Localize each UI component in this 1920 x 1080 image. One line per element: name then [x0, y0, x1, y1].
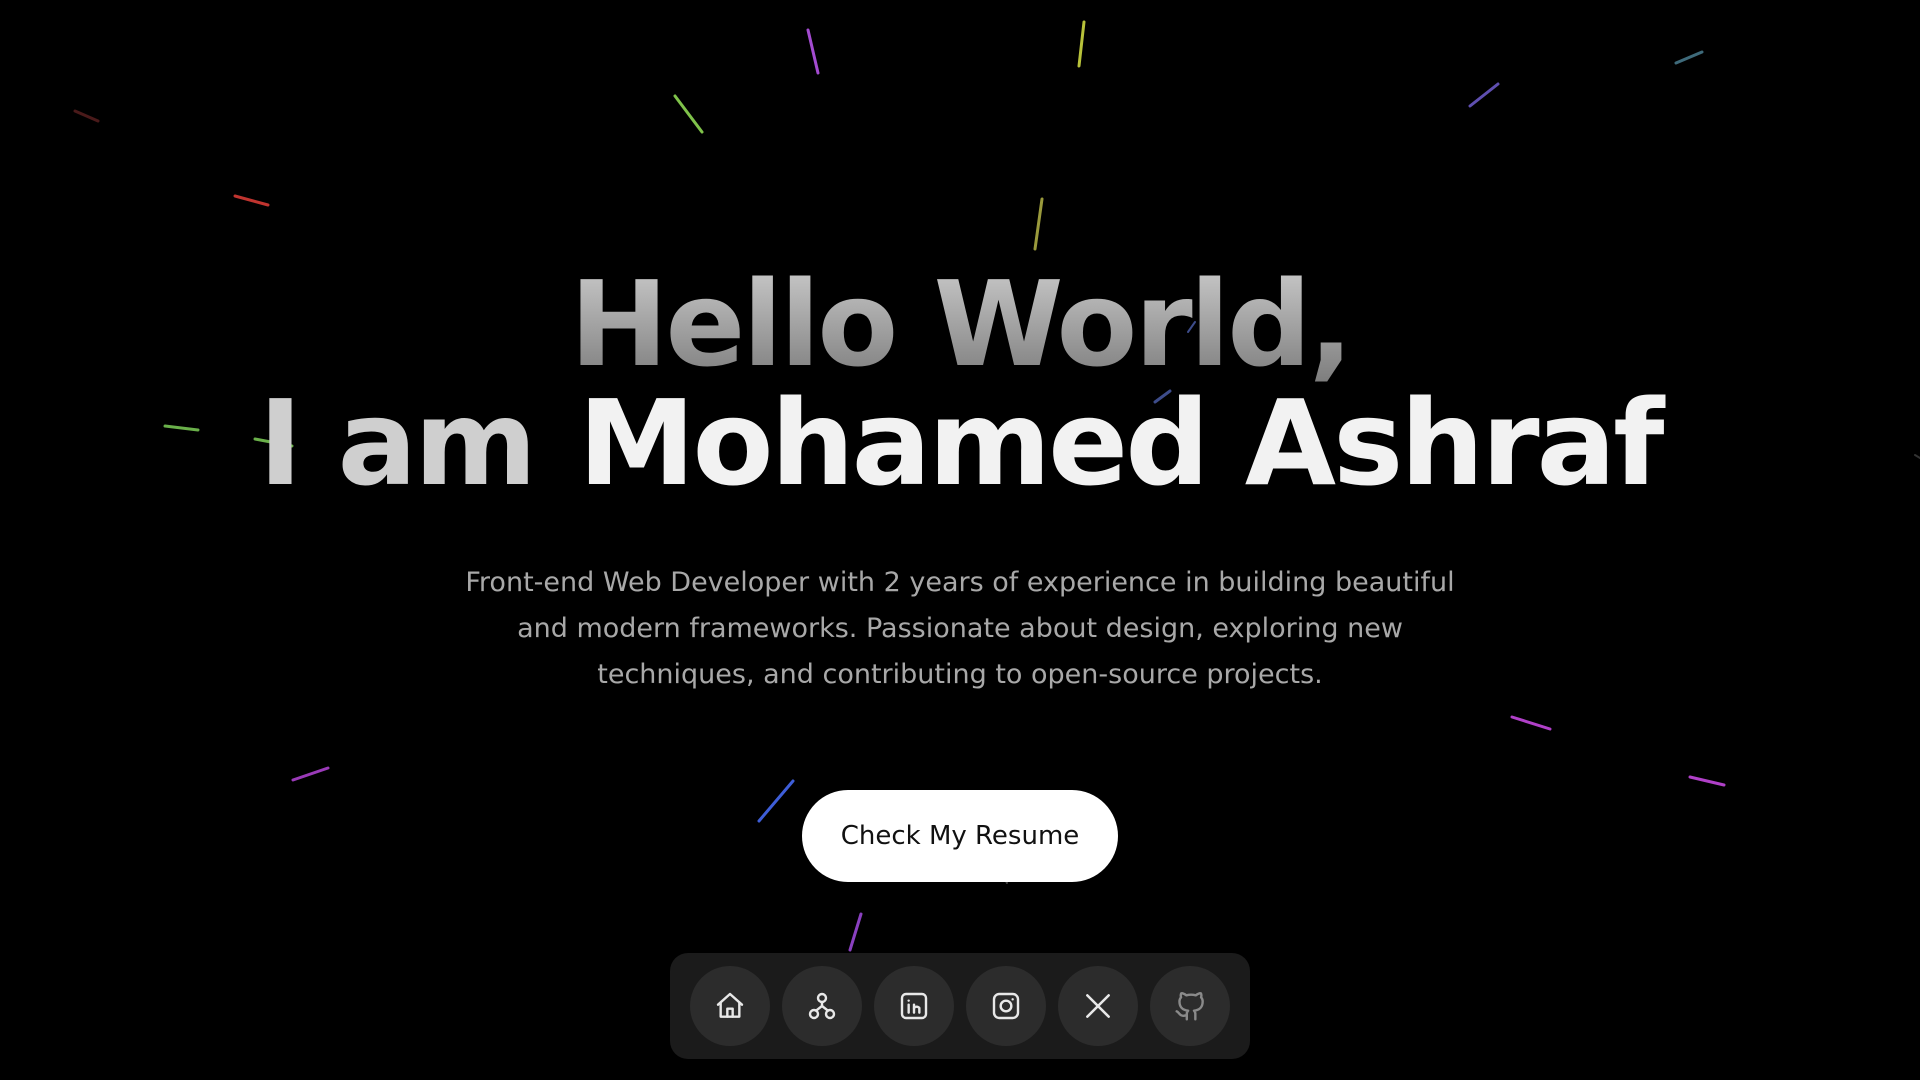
hero-name: Mohamed Ashraf	[578, 374, 1664, 512]
background-particle-streaks	[73, 20, 1920, 952]
linkedin-icon	[900, 992, 928, 1020]
hero-greeting: Hello World,	[0, 265, 1920, 383]
dock-projects-button[interactable]	[782, 966, 862, 1046]
github-icon	[1175, 992, 1204, 1021]
hero-prefix: I am	[258, 374, 538, 512]
x-icon	[1086, 994, 1110, 1018]
dock-linkedin-button[interactable]	[874, 966, 954, 1046]
home-icon	[716, 992, 744, 1018]
dock-x-button[interactable]	[1058, 966, 1138, 1046]
dock-github-button[interactable]	[1150, 966, 1230, 1046]
instagram-icon	[992, 992, 1020, 1020]
sitemap-icon	[808, 992, 836, 1020]
check-resume-button[interactable]: Check My Resume	[802, 790, 1118, 882]
dock-home-button[interactable]	[690, 966, 770, 1046]
dock-instagram-button[interactable]	[966, 966, 1046, 1046]
hero-bio: Front-end Web Developer with 2 years of …	[465, 567, 1455, 690]
hero-intro: I am Mohamed Ashraf	[0, 384, 1920, 502]
social-dock	[670, 953, 1250, 1059]
